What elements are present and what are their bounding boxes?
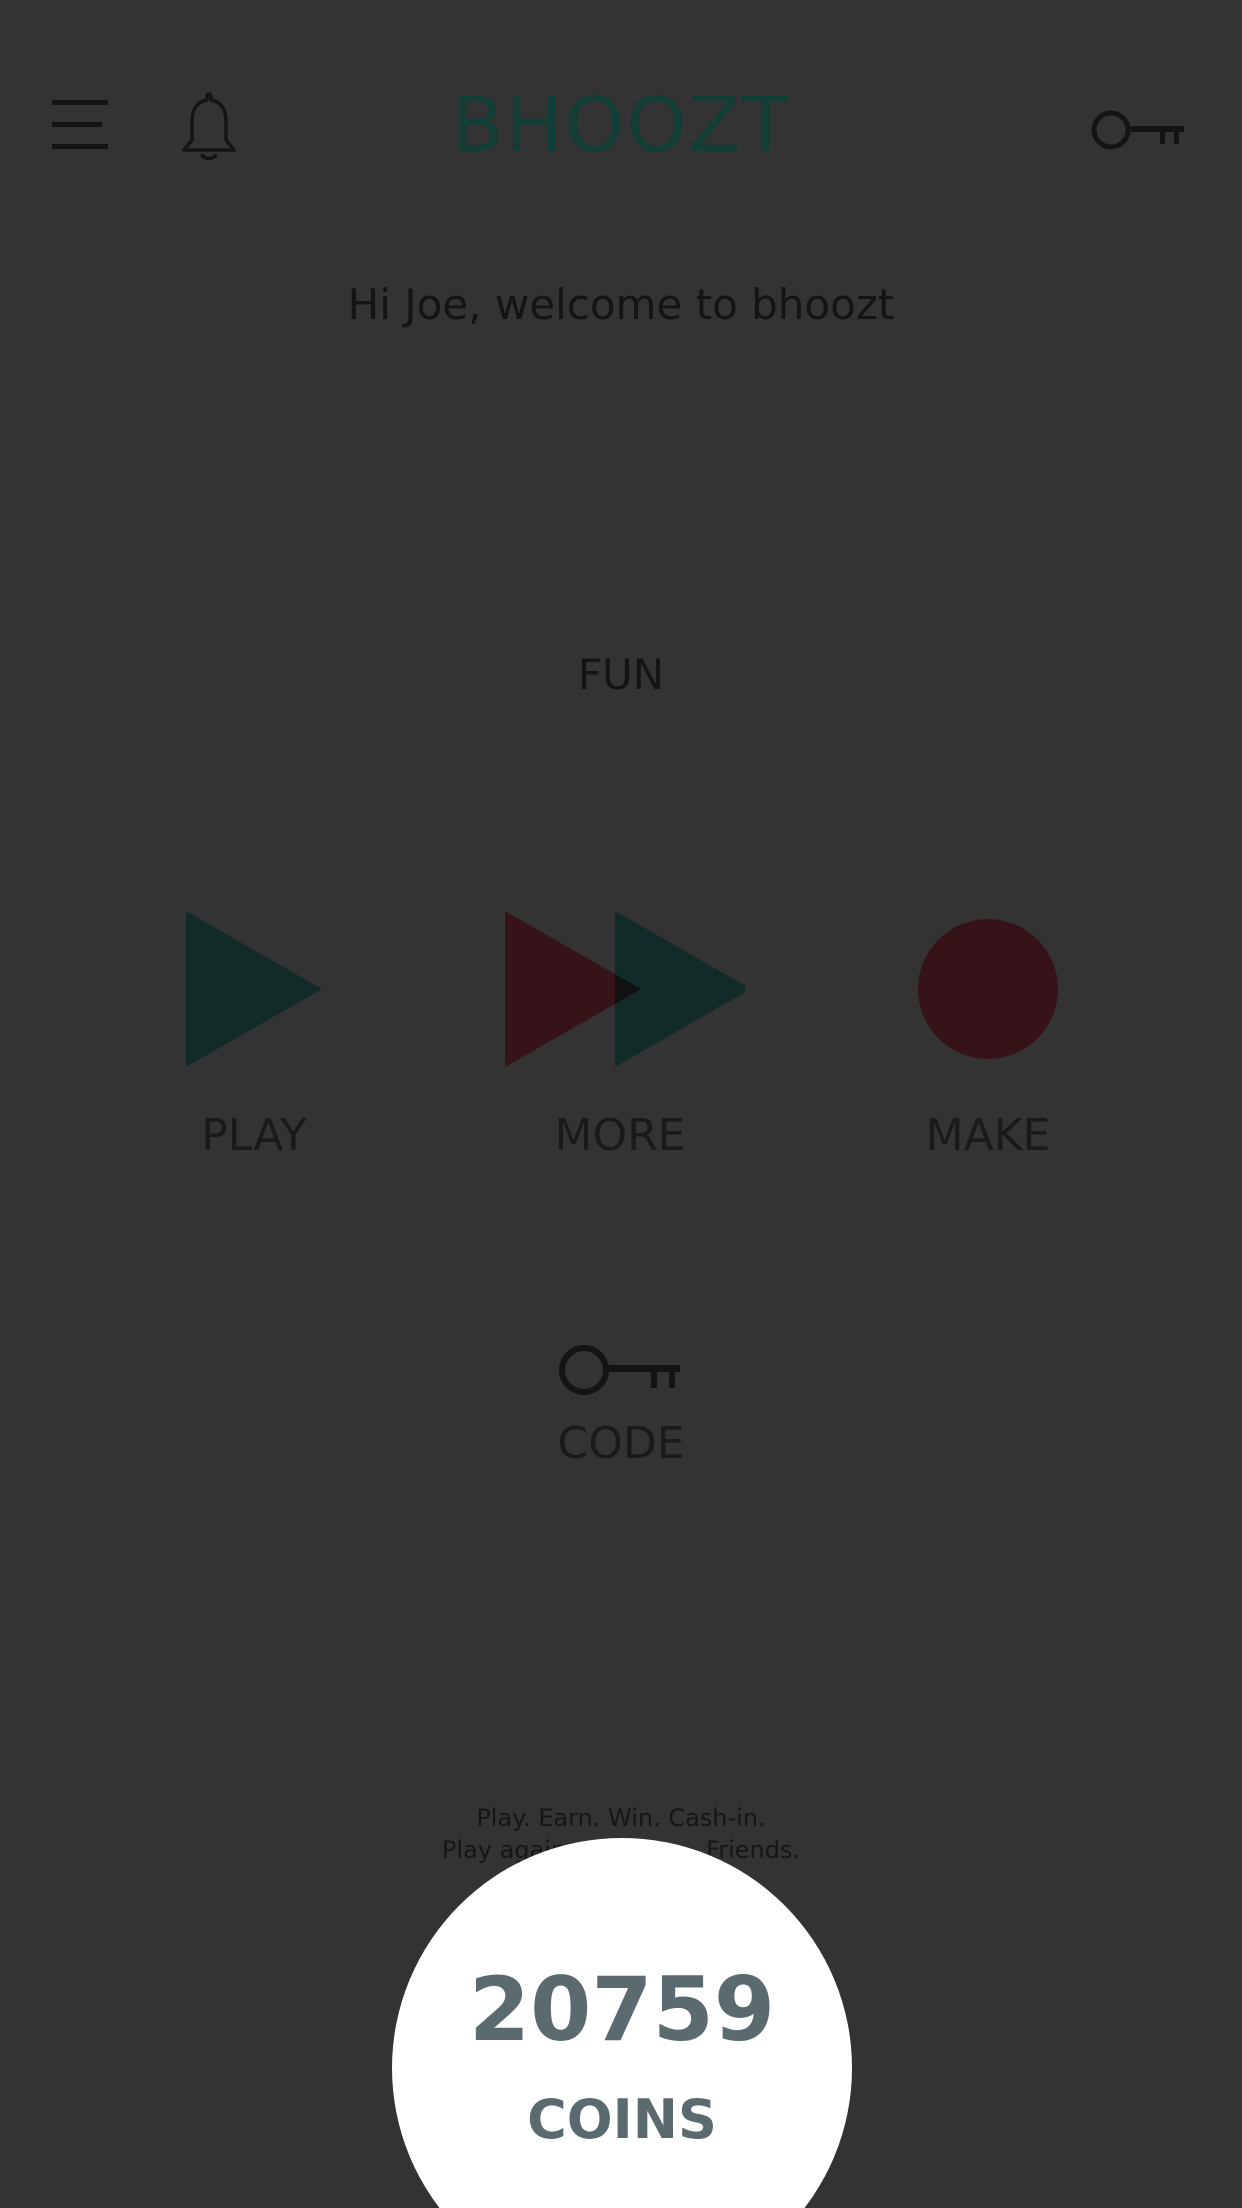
welcome-message: Hi Joe, welcome to bhoozt [347,280,895,329]
make-button[interactable]: MAKE [858,904,1118,1161]
record-circle-icon [918,919,1058,1059]
more-button[interactable]: MORE [490,904,750,1161]
brand-logo: BHOOZT [451,80,791,169]
home-screen: BHOOZT Hi Joe, welcome to bhoozt FUN PLA… [0,0,1242,2208]
tagline-line-1: Play. Earn. Win. Cash-in. [476,1804,766,1832]
code-label: CODE [557,1418,685,1469]
coins-label: COINS [527,2088,717,2151]
key-icon [559,1345,680,1395]
coins-value: 20759 [468,1958,776,2061]
make-label: MAKE [925,1110,1051,1161]
code-button[interactable]: CODE [521,1340,721,1469]
more-label: MORE [554,1110,686,1161]
play-label: PLAY [201,1110,307,1161]
play-button[interactable]: PLAY [124,904,384,1161]
play-triangle-icon [186,911,322,1067]
key-icon[interactable] [1090,100,1188,160]
section-title: FUN [577,650,665,699]
double-triangle-icon [505,911,745,1067]
